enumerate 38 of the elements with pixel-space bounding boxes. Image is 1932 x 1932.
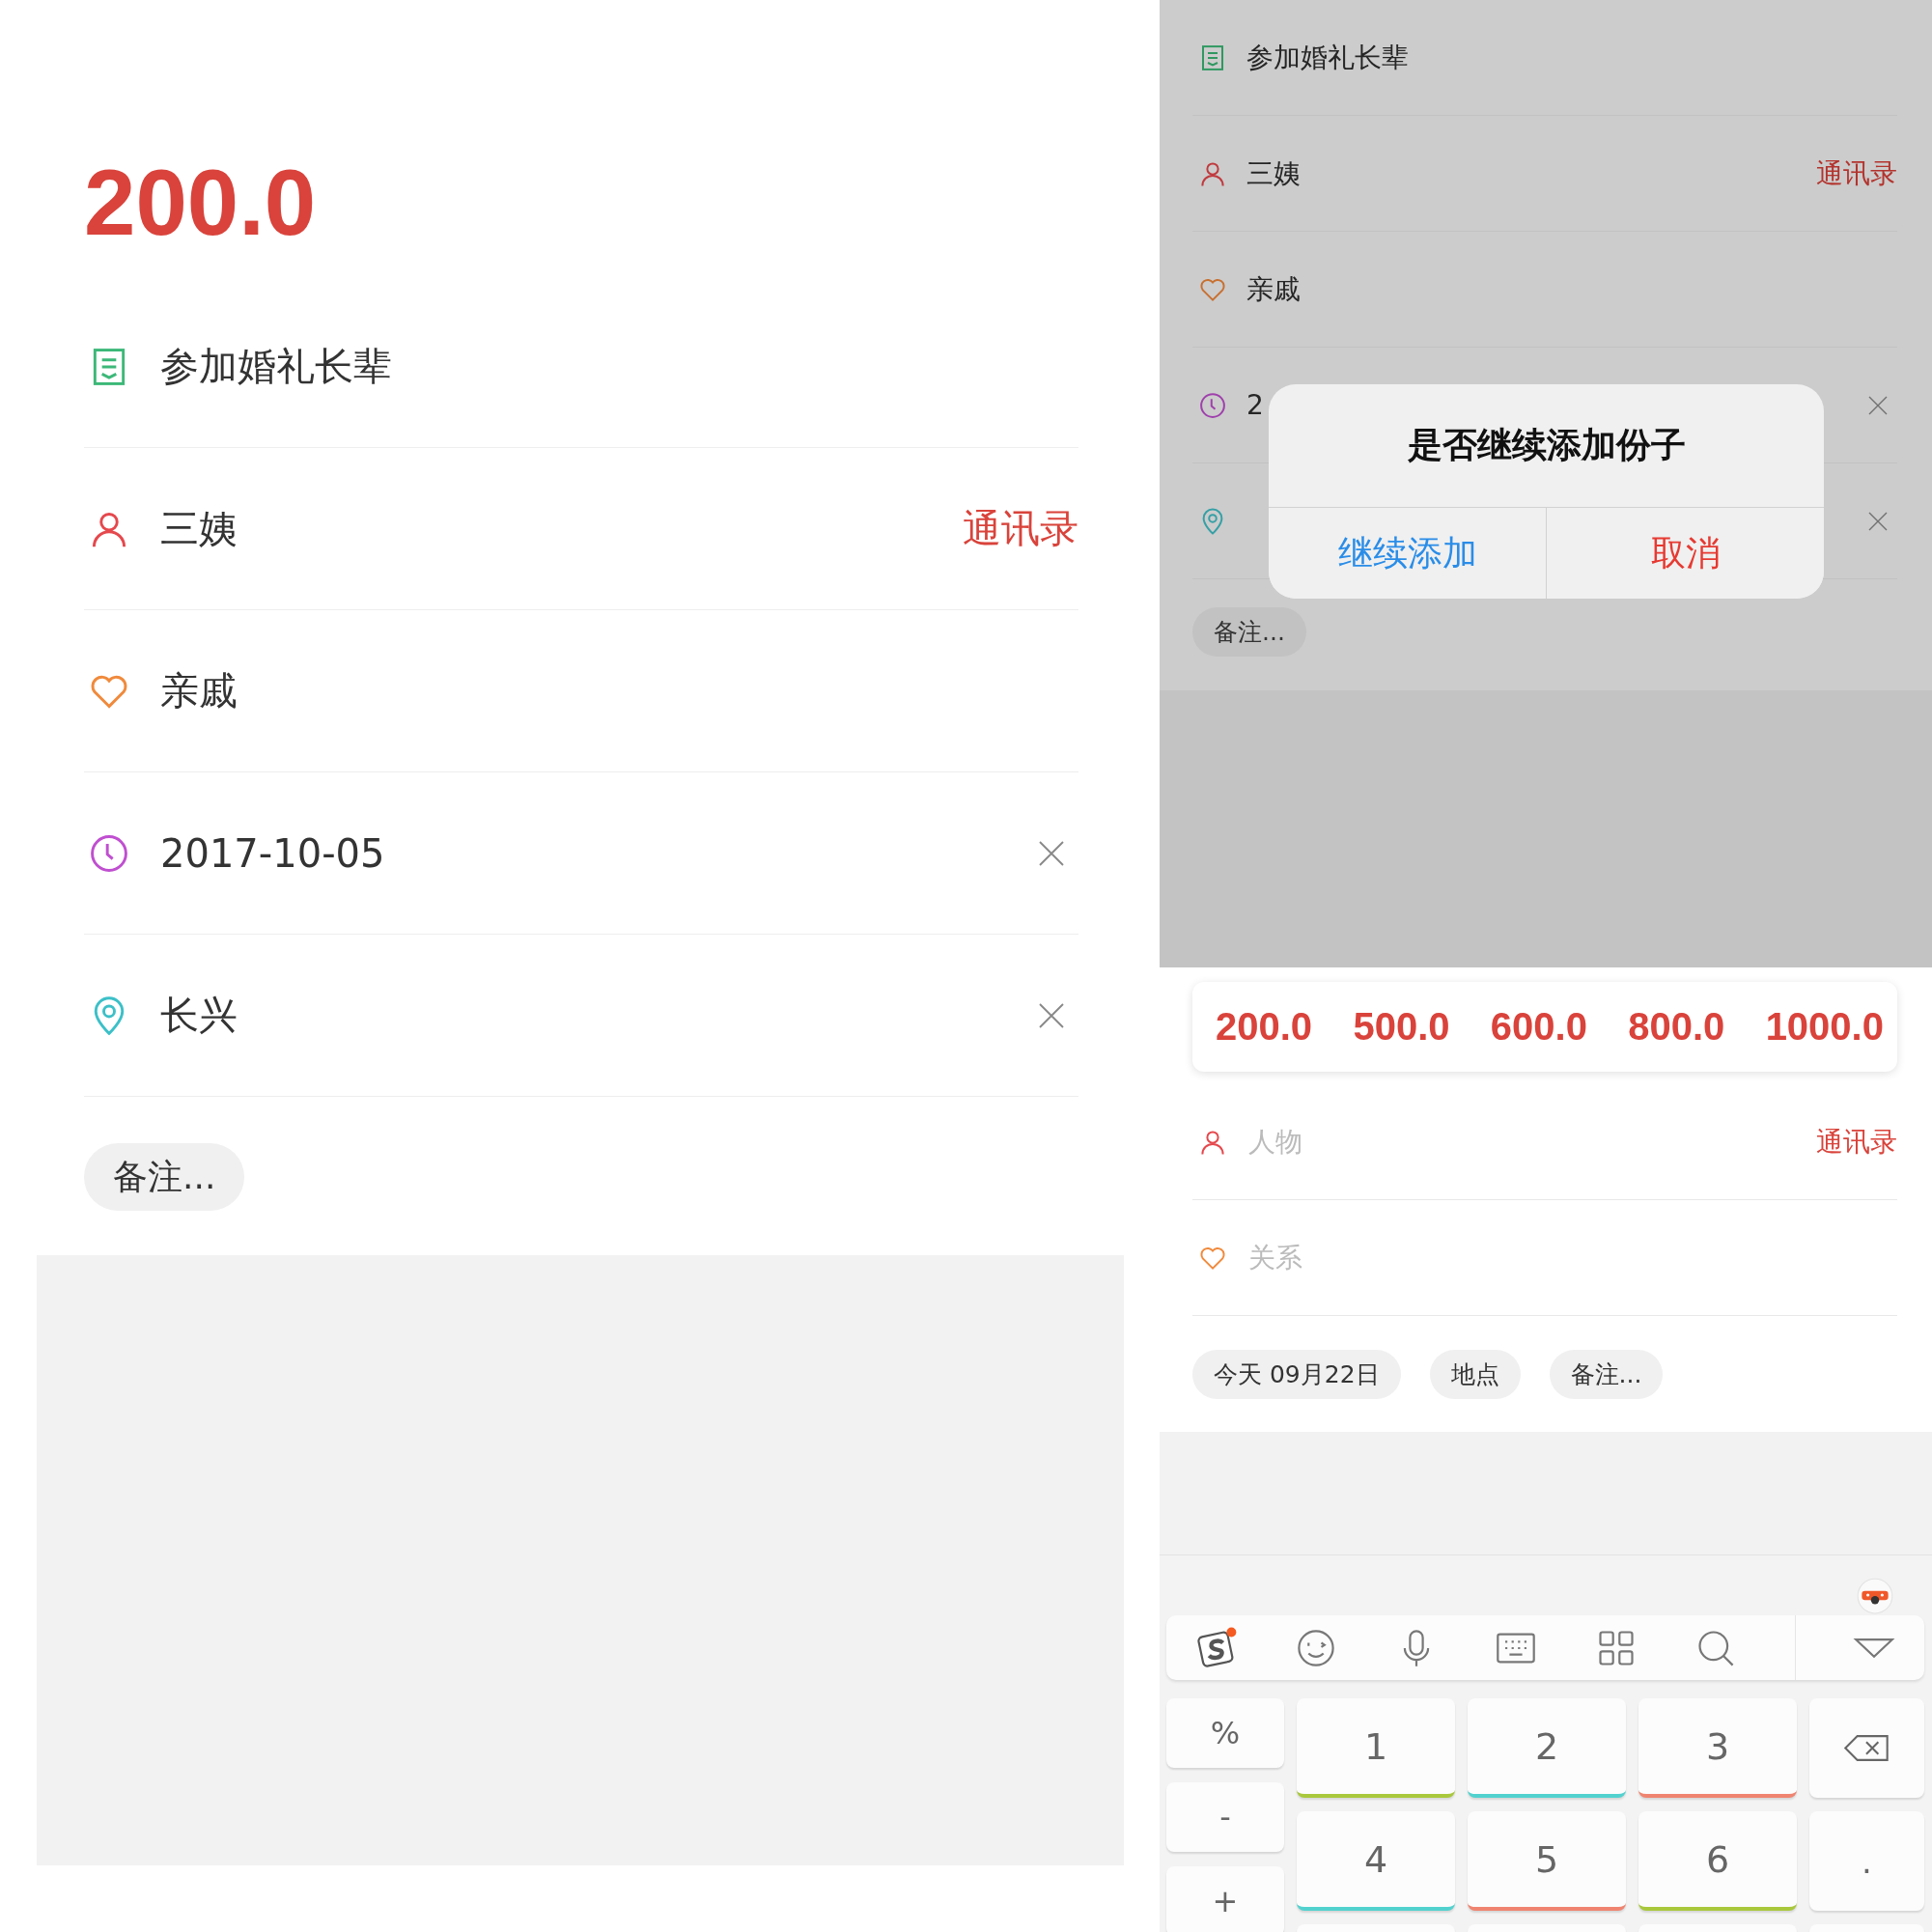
keyboard-key[interactable]: - (1166, 1782, 1284, 1852)
amount-value: 200.0 (83, 150, 318, 256)
field-value[interactable]: 2017-10-05 (160, 830, 1036, 876)
keyboard-key[interactable]: 3 (1638, 1698, 1797, 1798)
clock-icon (1198, 390, 1227, 420)
amount-option[interactable]: 200.0 (1216, 1005, 1313, 1049)
amount-option[interactable]: 1000.0 (1765, 1005, 1884, 1049)
keyboard-key[interactable]: + (1166, 1866, 1284, 1932)
amount-option[interactable]: 500.0 (1353, 1005, 1450, 1049)
keyboard-key[interactable]: 4 (1297, 1811, 1455, 1911)
keyboard-key[interactable]: 2 (1468, 1698, 1626, 1798)
input-field[interactable]: 关系 (1246, 1241, 1897, 1274)
keyboard-key[interactable]: 6 (1638, 1811, 1797, 1911)
option-chip[interactable]: 备注... (1549, 1349, 1664, 1399)
input-field[interactable]: 人物 (1246, 1125, 1816, 1159)
amount-option[interactable]: 600.0 (1490, 1005, 1587, 1049)
keyboard-key[interactable]: 1 (1297, 1698, 1455, 1798)
option-chip[interactable]: 地点 (1429, 1349, 1521, 1399)
field-value[interactable]: 亲戚 (160, 664, 1078, 717)
field-value[interactable]: 三姨 (1246, 154, 1816, 192)
amount-option[interactable]: 800.0 (1628, 1005, 1725, 1049)
field-value[interactable]: 参加婚礼长辈 (1246, 39, 1897, 76)
backspace-key[interactable] (1809, 1698, 1924, 1798)
field-value[interactable]: 亲戚 (1246, 270, 1897, 308)
contacts-link[interactable]: 通讯录 (963, 502, 1078, 555)
backspace-icon (1842, 1733, 1891, 1763)
keyboard-key[interactable]: % (1166, 1698, 1284, 1768)
note-chip[interactable]: 备注... (1192, 607, 1306, 657)
contacts-link[interactable]: 通讯录 (1816, 1123, 1897, 1161)
keyboard-key[interactable]: 5 (1468, 1811, 1626, 1911)
contacts-link[interactable]: 通讯录 (1816, 154, 1897, 192)
field-value[interactable]: 参加婚礼长辈 (160, 340, 1078, 393)
note-chip[interactable]: 备注... (84, 1143, 245, 1211)
field-value[interactable]: 长兴 (160, 989, 1036, 1042)
keyboard-key[interactable]: . (1809, 1811, 1924, 1911)
option-chip[interactable]: 今天 09月22日 (1192, 1349, 1401, 1399)
field-value[interactable]: 三姨 (160, 502, 963, 555)
cancel-button[interactable]: 取消 (1546, 508, 1824, 599)
